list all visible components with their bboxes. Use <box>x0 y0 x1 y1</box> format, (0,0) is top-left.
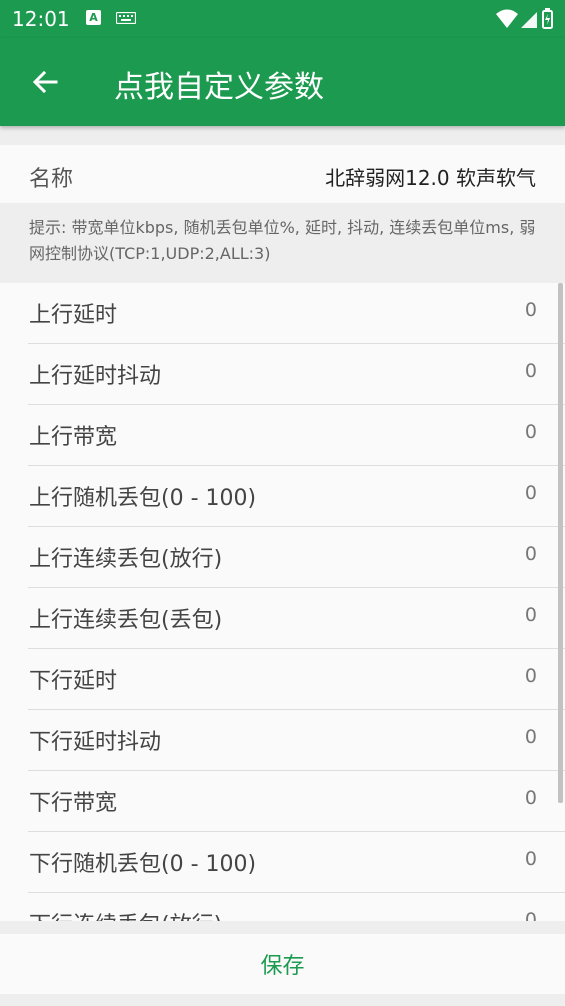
param-row[interactable]: 上行带宽 0 <box>28 405 565 466</box>
param-label: 上行延时抖动 <box>29 364 162 389</box>
param-label: 下行带宽 <box>29 791 118 816</box>
param-value[interactable]: 0 <box>525 482 537 504</box>
param-row[interactable]: 下行带宽 0 <box>28 771 565 832</box>
param-label: 下行连续丢包(放行) <box>29 907 222 921</box>
param-value[interactable]: 0 <box>525 360 537 382</box>
footer: 保存 <box>0 934 565 994</box>
param-label: 上行连续丢包(放行) <box>29 547 223 572</box>
page-title: 点我自定义参数 <box>114 70 324 105</box>
param-label: 上行延时 <box>29 303 118 328</box>
name-label: 名称 <box>29 167 74 192</box>
param-value[interactable]: 0 <box>525 604 537 626</box>
param-label: 下行随机丢包(0 - 100) <box>29 852 257 877</box>
param-label: 下行延时抖动 <box>29 730 162 755</box>
hint-text: 提示: 带宽单位kbps, 随机丢包单位%, 延时, 抖动, 连续丢包单位ms,… <box>29 218 536 263</box>
param-row[interactable]: 下行随机丢包(0 - 100) 0 <box>28 832 565 893</box>
param-value[interactable]: 0 <box>525 421 537 443</box>
app-bar: 点我自定义参数 <box>0 38 565 126</box>
status-time: 12:01 <box>12 7 70 31</box>
back-arrow-icon[interactable] <box>26 62 66 102</box>
param-value[interactable]: 0 <box>525 665 537 687</box>
keyboard-icon <box>116 12 136 24</box>
notification-icon: A <box>86 10 101 25</box>
param-value[interactable]: 0 <box>525 726 537 748</box>
signal-icon <box>521 12 537 28</box>
param-value[interactable]: 0 <box>525 848 537 870</box>
param-list[interactable]: 上行延时 0 上行延时抖动 0 上行带宽 0 上行随机丢包(0 - 100) 0… <box>0 283 565 921</box>
save-button[interactable]: 保存 <box>0 934 565 994</box>
param-row[interactable]: 下行延时抖动 0 <box>28 710 565 771</box>
param-row[interactable]: 上行连续丢包(放行) 0 <box>28 527 565 588</box>
param-value[interactable]: 0 <box>525 787 537 809</box>
param-label: 上行带宽 <box>29 425 118 450</box>
param-row[interactable]: 下行延时 0 <box>28 649 565 710</box>
wifi-icon <box>496 9 518 28</box>
param-value[interactable]: 0 <box>525 299 537 321</box>
status-icons <box>496 8 553 29</box>
scrollbar[interactable] <box>558 283 563 803</box>
param-row[interactable]: 上行延时 0 <box>28 283 565 344</box>
param-label: 下行延时 <box>29 669 118 694</box>
name-value[interactable]: 北辞弱网12.0 软声软气 <box>325 162 536 191</box>
param-label: 上行连续丢包(丢包) <box>29 608 223 633</box>
param-label: 上行随机丢包(0 - 100) <box>29 486 257 511</box>
name-field-row[interactable]: 名称 北辞弱网12.0 软声软气 <box>0 145 565 203</box>
param-row[interactable]: 上行连续丢包(丢包) 0 <box>28 588 565 649</box>
param-row[interactable]: 上行随机丢包(0 - 100) 0 <box>28 466 565 527</box>
param-row[interactable]: 下行连续丢包(放行) 0 <box>28 893 565 921</box>
param-value[interactable]: 0 <box>525 543 537 565</box>
param-value[interactable]: 0 <box>525 909 537 921</box>
param-row[interactable]: 上行延时抖动 0 <box>28 344 565 405</box>
status-bar: 12:01 A <box>0 0 565 38</box>
